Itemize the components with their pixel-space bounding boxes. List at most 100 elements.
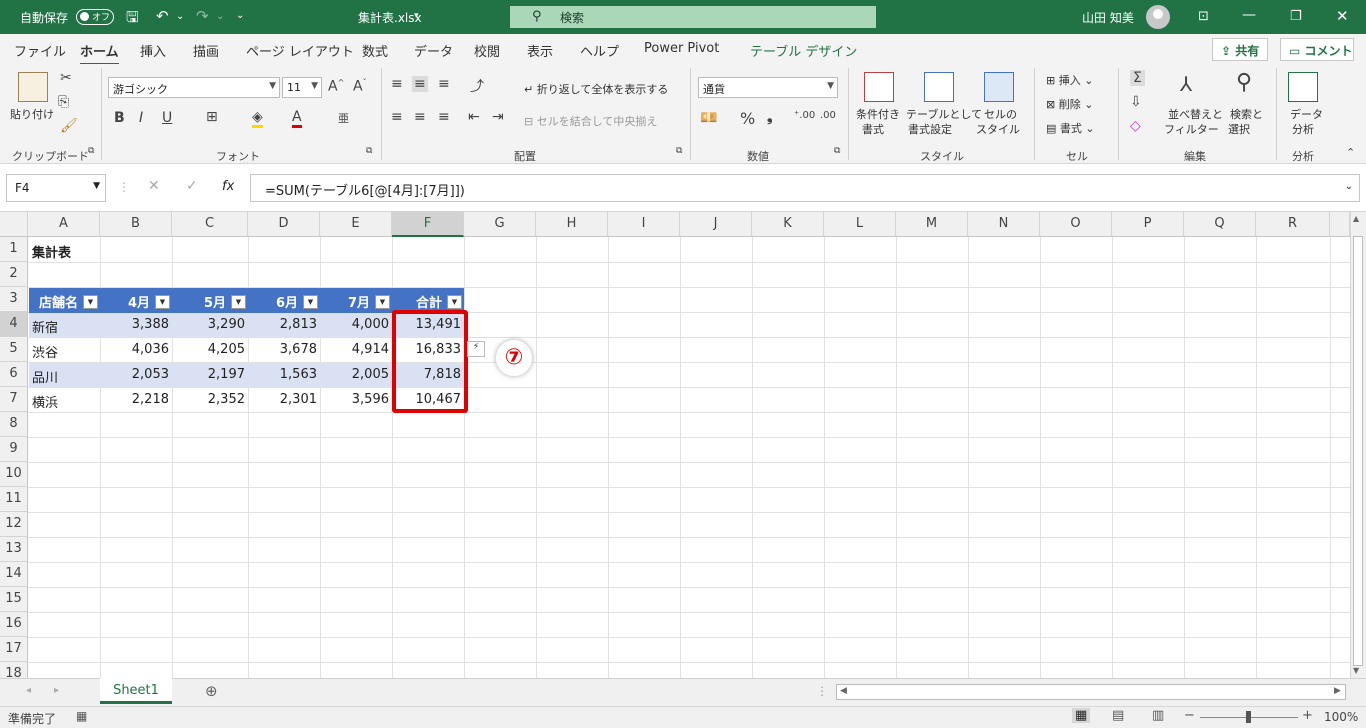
row-header[interactable]: 16 bbox=[0, 612, 28, 637]
column-header[interactable]: K bbox=[752, 212, 824, 237]
autosave-toggle[interactable]: オフ bbox=[76, 9, 114, 25]
conditional-formatting-label-2[interactable]: 書式 bbox=[862, 121, 884, 137]
column-header[interactable]: H bbox=[536, 212, 608, 237]
column-header[interactable]: L bbox=[824, 212, 896, 237]
decrease-decimal-icon[interactable]: .00 bbox=[820, 110, 836, 121]
filter-dropdown-icon[interactable]: ▼ bbox=[303, 295, 318, 309]
column-header[interactable]: E bbox=[320, 212, 392, 237]
tab-view[interactable]: 表示 bbox=[527, 41, 553, 60]
tab-page-layout[interactable]: ページ レイアウト bbox=[246, 41, 354, 60]
fill-color-icon[interactable]: ◈ bbox=[252, 109, 263, 128]
cell-styles-icon[interactable] bbox=[984, 72, 1014, 102]
table-header-cell[interactable]: 4月 ▼ bbox=[100, 288, 172, 313]
collapse-ribbon-icon[interactable]: ⌃ bbox=[1346, 146, 1355, 159]
border-icon[interactable]: ⊞ bbox=[206, 109, 218, 125]
find-select-icon[interactable]: ⚲ bbox=[1236, 70, 1252, 95]
redo-dropdown-icon[interactable]: ⌄ bbox=[216, 11, 224, 22]
row-header[interactable]: 1 bbox=[0, 237, 28, 262]
row-header[interactable]: 11 bbox=[0, 487, 28, 512]
bold-icon[interactable]: B bbox=[114, 110, 125, 126]
column-header[interactable] bbox=[1330, 212, 1350, 237]
comma-style-icon[interactable]: ❟ bbox=[767, 109, 773, 125]
format-as-table-icon[interactable] bbox=[924, 72, 954, 102]
minimize-icon[interactable]: — bbox=[1242, 7, 1256, 23]
tab-draw[interactable]: 描画 bbox=[193, 41, 219, 60]
add-sheet-icon[interactable]: ⊕ bbox=[205, 682, 218, 700]
table-cell[interactable]: 4,000 bbox=[320, 313, 392, 338]
find-select-label-2[interactable]: 選択 bbox=[1228, 121, 1250, 137]
sort-filter-label-1[interactable]: 並べ替えと bbox=[1168, 106, 1223, 122]
ribbon-display-options-icon[interactable]: ⊡ bbox=[1198, 9, 1209, 24]
column-header[interactable]: Q bbox=[1184, 212, 1256, 237]
conditional-formatting-label-1[interactable]: 条件付き bbox=[856, 106, 900, 122]
format-as-table-label-2[interactable]: 書式設定 bbox=[908, 121, 952, 137]
merge-center-button[interactable]: ⊟ セルを結合して中央揃え bbox=[524, 113, 657, 129]
table-cell[interactable]: 2,813 bbox=[248, 313, 320, 338]
table-header-cell[interactable]: 6月 ▼ bbox=[248, 288, 320, 313]
column-header[interactable]: A bbox=[28, 212, 100, 237]
phonetic-icon[interactable]: 亜 bbox=[338, 110, 349, 126]
page-layout-view-icon[interactable]: ▤ bbox=[1112, 708, 1124, 723]
confirm-entry-icon[interactable]: ✓ bbox=[186, 178, 198, 194]
cut-icon[interactable]: ✂ bbox=[60, 70, 72, 86]
row-header[interactable]: 7 bbox=[0, 387, 28, 412]
row-header[interactable]: 10 bbox=[0, 462, 28, 487]
column-header[interactable]: O bbox=[1040, 212, 1112, 237]
analyze-data-label-1[interactable]: データ bbox=[1290, 106, 1323, 122]
avatar[interactable] bbox=[1146, 5, 1170, 29]
restore-icon[interactable]: ❐ bbox=[1290, 9, 1302, 24]
analyze-data-label-2[interactable]: 分析 bbox=[1292, 121, 1314, 137]
zoom-slider-thumb[interactable] bbox=[1246, 711, 1251, 723]
copy-icon[interactable]: ⎘ bbox=[58, 94, 69, 110]
sort-filter-icon[interactable]: ⅄ bbox=[1180, 72, 1192, 96]
zoom-out-icon[interactable]: − bbox=[1184, 708, 1195, 723]
sheet-title-cell[interactable]: 集計表 bbox=[29, 238, 74, 263]
font-name-select[interactable]: 游ゴシック ▼ bbox=[108, 77, 280, 98]
decrease-indent-icon[interactable]: ⇤ bbox=[468, 109, 480, 125]
normal-view-icon[interactable]: ▦ bbox=[1072, 708, 1091, 723]
scroll-up-icon[interactable]: ▲ bbox=[1353, 214, 1359, 223]
paste-icon[interactable] bbox=[18, 72, 48, 102]
tab-review[interactable]: 校閲 bbox=[474, 41, 500, 60]
filter-dropdown-icon[interactable]: ▼ bbox=[155, 295, 170, 309]
table-header-cell[interactable]: 5月 ▼ bbox=[172, 288, 248, 313]
zoom-level[interactable]: 100% bbox=[1324, 710, 1358, 724]
save-icon[interactable]: 🖫 bbox=[126, 7, 139, 32]
align-bottom-icon[interactable]: ≡ bbox=[438, 76, 450, 92]
align-middle-icon[interactable]: ≡ bbox=[412, 76, 428, 92]
format-painter-icon[interactable]: 🖌 bbox=[60, 118, 78, 134]
macro-record-icon[interactable]: ▦ bbox=[76, 709, 87, 723]
format-cells-button[interactable]: ▤ 書式 ⌄ bbox=[1046, 120, 1095, 136]
cancel-entry-icon[interactable]: ✕ bbox=[148, 178, 160, 194]
column-header-selected[interactable]: F bbox=[392, 212, 464, 237]
column-header[interactable]: P bbox=[1112, 212, 1184, 237]
next-sheet-icon[interactable]: ▸ bbox=[54, 685, 59, 696]
close-icon[interactable]: ✕ bbox=[1336, 7, 1349, 25]
row-header[interactable]: 17 bbox=[0, 637, 28, 662]
table-cell[interactable]: 3,388 bbox=[100, 313, 172, 338]
align-top-icon[interactable]: ≡ bbox=[391, 76, 403, 92]
table-cell[interactable]: 2,197 bbox=[172, 363, 248, 388]
align-center-icon[interactable]: ≡ bbox=[414, 109, 426, 125]
share-button[interactable]: ⇪ 共有 bbox=[1212, 38, 1269, 61]
paste-label[interactable]: 貼り付け bbox=[10, 106, 54, 122]
fill-icon[interactable]: ⇩ bbox=[1130, 94, 1142, 110]
page-break-view-icon[interactable]: ▥ bbox=[1152, 708, 1164, 723]
scroll-down-icon[interactable]: ▼ bbox=[1353, 666, 1359, 675]
file-title[interactable]: 集計表.xlsx bbox=[358, 9, 422, 26]
zoom-in-icon[interactable]: + bbox=[1302, 708, 1313, 723]
scroll-left-icon[interactable]: ◀ bbox=[840, 686, 847, 696]
find-select-label-1[interactable]: 検索と bbox=[1230, 106, 1263, 122]
row-header-selected[interactable]: 4 bbox=[0, 312, 28, 337]
increase-decimal-icon[interactable]: ⁺.00 bbox=[794, 110, 815, 121]
wrap-text-button[interactable]: ↵ 折り返して全体を表示する bbox=[524, 81, 668, 97]
tab-home[interactable]: ホーム bbox=[80, 41, 119, 66]
column-header[interactable]: N bbox=[968, 212, 1040, 237]
table-header-cell[interactable]: 7月 ▼ bbox=[320, 288, 392, 313]
table-cell[interactable]: 2,301 bbox=[248, 388, 320, 413]
redo-icon[interactable]: ↷ bbox=[196, 7, 209, 25]
row-header[interactable]: 5 bbox=[0, 337, 28, 362]
select-all-corner[interactable] bbox=[0, 212, 28, 237]
column-header[interactable]: C bbox=[172, 212, 248, 237]
alignment-launcher-icon[interactable]: ⧉ bbox=[676, 146, 682, 156]
